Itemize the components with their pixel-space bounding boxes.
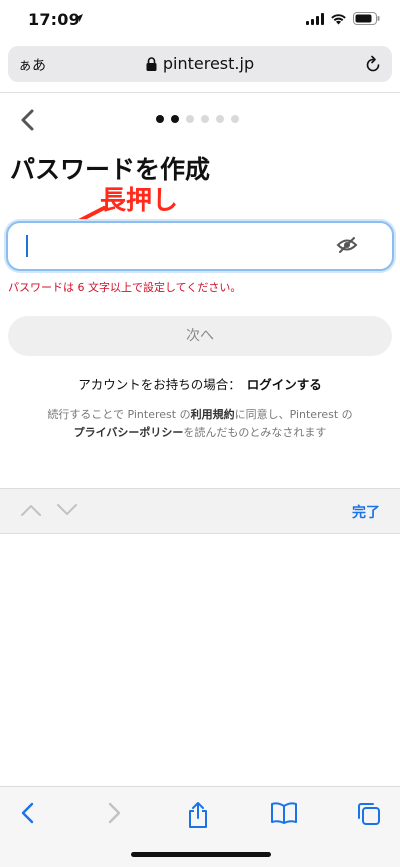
keyboard-accessory-bar: 完了 bbox=[0, 488, 400, 534]
status-bar: 17:09 bbox=[0, 0, 400, 40]
terms-text: に同意し、Pinterest の bbox=[234, 408, 353, 421]
step-dot bbox=[171, 115, 179, 123]
previous-field-chevron-up-icon[interactable] bbox=[20, 503, 42, 517]
back-icon[interactable] bbox=[18, 801, 38, 825]
share-icon[interactable] bbox=[186, 801, 210, 829]
annotation-label: 長押し bbox=[100, 186, 179, 216]
next-field-chevron-down-icon[interactable] bbox=[56, 503, 78, 517]
step-dot bbox=[231, 115, 239, 123]
text-cursor bbox=[26, 235, 28, 257]
reload-icon[interactable] bbox=[364, 54, 382, 74]
terms-text: 続行することで Pinterest の bbox=[47, 408, 191, 421]
terms-notice: 続行することで Pinterest の利用規約に同意し、Pinterest の … bbox=[0, 406, 400, 442]
step-dot bbox=[156, 115, 164, 123]
url-display[interactable]: pinterest.jp bbox=[8, 54, 392, 73]
wifi-icon bbox=[331, 13, 346, 24]
divider bbox=[0, 92, 400, 93]
login-prompt-row: アカウントをお持ちの場合： ログインする bbox=[0, 374, 400, 393]
back-chevron-icon[interactable] bbox=[18, 108, 38, 132]
password-input[interactable] bbox=[6, 221, 394, 271]
step-dot bbox=[186, 115, 194, 123]
lock-icon bbox=[146, 57, 157, 71]
url-domain-text: pinterest.jp bbox=[162, 54, 255, 73]
done-button[interactable]: 完了 bbox=[352, 502, 380, 522]
home-indicator bbox=[131, 852, 271, 857]
step-dot bbox=[201, 115, 209, 123]
tabs-icon[interactable] bbox=[356, 801, 382, 827]
step-indicator bbox=[156, 115, 239, 123]
terms-text: を読んだものとみなされます bbox=[183, 426, 327, 439]
eye-off-icon[interactable] bbox=[336, 236, 358, 254]
next-button[interactable]: 次へ bbox=[8, 316, 392, 356]
location-arrow-icon bbox=[75, 14, 83, 22]
privacy-policy-link[interactable]: プライバシーポリシー bbox=[74, 426, 184, 439]
step-dot bbox=[216, 115, 224, 123]
login-prompt-text: アカウントをお持ちの場合： bbox=[78, 377, 241, 392]
address-bar[interactable]: ぁあ pinterest.jp bbox=[8, 46, 392, 82]
forward-icon[interactable] bbox=[104, 801, 124, 825]
battery-icon bbox=[353, 12, 380, 25]
login-link[interactable]: ログインする bbox=[247, 377, 322, 392]
terms-of-service-link[interactable]: 利用規約 bbox=[191, 408, 235, 421]
signal-icon bbox=[306, 12, 324, 25]
password-error-message: パスワードは 6 文字以上で設定してください。 bbox=[8, 281, 242, 294]
bookmarks-icon[interactable] bbox=[270, 801, 298, 825]
status-time: 17:09 bbox=[28, 10, 80, 29]
